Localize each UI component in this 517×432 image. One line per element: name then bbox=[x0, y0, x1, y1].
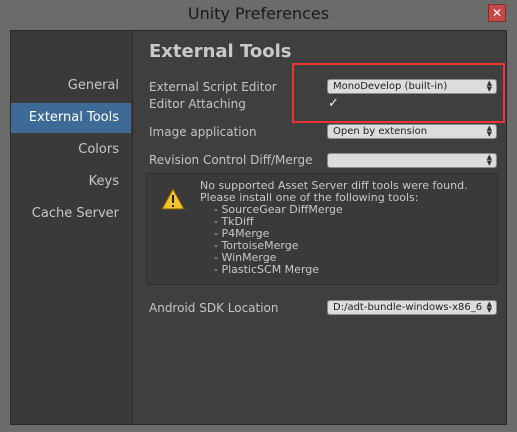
window-title: Unity Preferences bbox=[187, 4, 330, 23]
editor-attaching-label: Editor Attaching bbox=[149, 97, 246, 111]
android-sdk-location-field[interactable]: D:/adt-bundle-windows-x86_6 ▲ ▼ bbox=[327, 300, 497, 315]
external-script-editor-label: External Script Editor bbox=[149, 80, 277, 94]
preferences-client-area: General External Tools Colors Keys Cache… bbox=[10, 30, 507, 425]
android-sdk-label: Android SDK Location bbox=[149, 301, 279, 315]
image-application-label: Image application bbox=[149, 125, 257, 139]
sidebar-item-colors[interactable]: Colors bbox=[11, 135, 131, 165]
page-title: External Tools bbox=[149, 41, 292, 62]
sidebar-item-general[interactable]: General bbox=[11, 71, 131, 101]
close-button[interactable]: ✕ bbox=[488, 4, 506, 22]
sidebar-item-external-tools[interactable]: External Tools bbox=[11, 103, 131, 133]
revision-control-dropdown[interactable]: ▲ ▼ bbox=[327, 153, 497, 168]
external-tools-panel: External Tools External Script Editor Mo… bbox=[132, 31, 506, 424]
android-sdk-value: D:/adt-bundle-windows-x86_6 bbox=[333, 302, 483, 313]
dropdown-arrows-icon: ▲ ▼ bbox=[486, 300, 492, 314]
image-application-value: Open by extension bbox=[333, 126, 428, 137]
dropdown-arrows-icon: ▲ ▼ bbox=[486, 153, 492, 167]
image-application-dropdown[interactable]: Open by extension ▲ ▼ bbox=[327, 124, 497, 139]
title-bar[interactable]: Unity Preferences ✕ bbox=[0, 0, 517, 30]
revision-control-label: Revision Control Diff/Merge bbox=[149, 153, 313, 167]
help-line: - PlasticSCM Merge bbox=[200, 263, 320, 276]
dropdown-arrows-icon: ▲ ▼ bbox=[486, 124, 492, 138]
sidebar-item-cache-server[interactable]: Cache Server bbox=[11, 199, 131, 229]
help-box: No supported Asset Server diff tools wer… bbox=[146, 173, 498, 285]
unity-preferences-window: Unity Preferences ✕ General External Too… bbox=[0, 0, 517, 432]
warning-icon bbox=[161, 188, 185, 210]
sidebar-item-keys[interactable]: Keys bbox=[11, 167, 131, 197]
sidebar: General External Tools Colors Keys Cache… bbox=[11, 31, 132, 424]
annotation-highlight-box bbox=[292, 63, 505, 123]
